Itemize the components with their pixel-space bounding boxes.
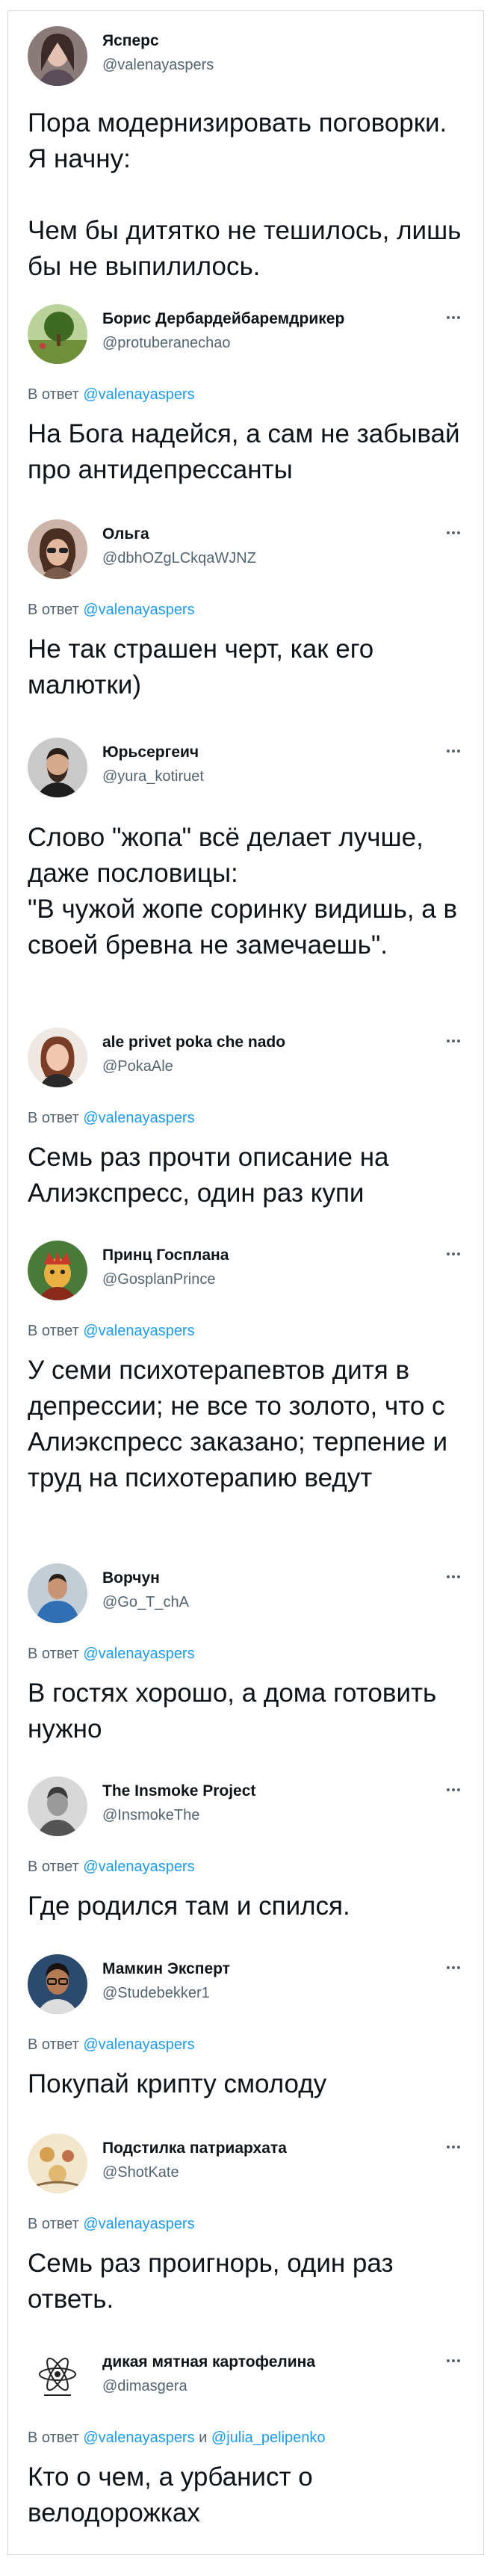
reply-context: В ответ @valenayaspers — [28, 2036, 195, 2054]
more-options-icon[interactable] — [441, 1245, 465, 1263]
man-glasses-avatar[interactable] — [28, 1954, 87, 2014]
user-handle[interactable]: @Go_T_chA — [102, 1592, 189, 1613]
tweet-text: Не так страшен черт, как его малютки) — [28, 634, 374, 699]
tweet-text: Слово "жопа" всё делает лучше, даже посл… — [28, 823, 458, 960]
reply-context: В ответ @valenayaspers — [28, 602, 195, 619]
user-handle[interactable]: @Studebekker1 — [102, 1983, 230, 2004]
reply-prefix: В ответ — [28, 1323, 79, 1339]
user-name[interactable]: Принц Госплана — [102, 1245, 229, 1266]
user-name[interactable]: Борис Дербардейбаремдрикер — [102, 309, 344, 330]
woman-avatar[interactable] — [28, 1028, 87, 1087]
man-beard-avatar[interactable] — [28, 738, 87, 797]
reply-to-link[interactable]: @valenayaspers — [83, 602, 194, 618]
tweet-text: В гостях хорошо, а дома готовить нужно — [28, 1678, 437, 1743]
more-options-icon[interactable] — [441, 1781, 465, 1799]
reply-context: В ответ @valenayaspers — [28, 1323, 195, 1340]
more-options-icon[interactable] — [441, 524, 465, 542]
user-handle[interactable]: @valenayaspers — [102, 55, 214, 75]
tweet-text: У семи психотерапевтов дитя в депрессии;… — [28, 1356, 448, 1492]
tweet-header: Юрьсергеич @yura_kotiruet — [28, 736, 468, 799]
user-name[interactable]: The Insmoke Project — [102, 1781, 255, 1802]
reply-prefix: В ответ — [28, 602, 79, 618]
tweet-text: Где родился там и спился. — [28, 1891, 350, 1921]
reply-to-link[interactable]: @valenayaspers — [83, 1859, 194, 1875]
reply-prefix: В ответ — [28, 2430, 79, 2446]
tweet-text: На Бога надейся, а сам не забывай про ан… — [28, 419, 460, 484]
reply-context: В ответ @valenayaspers — [28, 1859, 195, 1876]
reply-context: В ответ @valenayaspers — [28, 1646, 195, 1663]
user-handle[interactable]: @PokaAle — [102, 1056, 285, 1077]
reply-prefix: В ответ — [28, 386, 79, 403]
user-name[interactable]: Ольга — [102, 524, 256, 545]
user-name[interactable]: Подстилка патриархата — [102, 2138, 287, 2159]
reply-prefix: В ответ — [28, 1110, 79, 1126]
reply-and: и — [199, 2430, 208, 2446]
more-options-icon[interactable] — [441, 309, 465, 327]
user-name[interactable]: Ворчун — [102, 1568, 189, 1589]
reply-to-link[interactable]: @valenayaspers — [83, 386, 194, 403]
tweet-header: Подстилка патриархата @ShotKate — [28, 2132, 468, 2195]
tweet-header: The Insmoke Project @InsmokeThe — [28, 1775, 468, 1838]
user-name[interactable]: дикая мятная картофелина — [102, 2352, 315, 2373]
user-handle[interactable]: @dimasgera — [102, 2376, 315, 2397]
tree-landscape-avatar[interactable] — [28, 304, 87, 364]
user-handle[interactable]: @GosplanPrince — [102, 1269, 229, 1290]
user-handle[interactable]: @InsmokeThe — [102, 1805, 255, 1826]
user-name[interactable]: ale privet poka che nado — [102, 1032, 285, 1053]
user-handle[interactable]: @ShotKate — [102, 2162, 287, 2183]
cartoon-prince-avatar[interactable] — [28, 1241, 87, 1300]
more-options-icon[interactable] — [441, 1568, 465, 1586]
reply-to-link[interactable]: @valenayaspers — [83, 1646, 194, 1662]
woman-sunglasses-avatar[interactable] — [28, 519, 87, 579]
tweet-header: ale privet poka che nado @PokaAle — [28, 1026, 468, 1089]
tweet-text: Покупай крипту смолоду — [28, 2069, 327, 2098]
more-options-icon[interactable] — [441, 2138, 465, 2156]
more-options-icon[interactable] — [441, 1959, 465, 1977]
user-handle[interactable]: @dbhOZgLCkqaWJNZ — [102, 548, 256, 569]
user-handle[interactable]: @protuberanechao — [102, 333, 344, 353]
reply-prefix: В ответ — [28, 1646, 79, 1662]
reply-to-link[interactable]: @valenayaspers — [83, 2036, 194, 2053]
user-handle[interactable]: @yura_kotiruet — [102, 766, 204, 787]
more-options-icon[interactable] — [441, 1032, 465, 1050]
tweet-thread: Ясперс @valenayaspers Пора модернизирова… — [7, 10, 484, 2555]
reply-to-link[interactable]: @valenayaspers — [83, 1323, 194, 1339]
reply-context: В ответ @valenayaspers — [28, 386, 195, 404]
tweet-header: Принц Госплана @GosplanPrince — [28, 1239, 468, 1302]
tweet-header: Мамкин Эксперт @Studebekker1 — [28, 1953, 468, 2016]
pattern-avatar[interactable] — [28, 2134, 87, 2193]
user-name[interactable]: Мамкин Эксперт — [102, 1959, 230, 1980]
reply-to-link[interactable]: @valenayaspers — [83, 1110, 194, 1126]
tweet-header: Борис Дербардейбаремдрикер @protuberanec… — [28, 303, 468, 365]
reply-to-link[interactable]: @valenayaspers — [83, 2216, 194, 2232]
woman-portrait-avatar[interactable] — [28, 26, 87, 86]
tweet-text: Пора модернизировать поговорки. Я начну:… — [28, 108, 462, 281]
tweet-header: Ясперс @valenayaspers — [28, 25, 468, 87]
reply-to-link-2[interactable]: @julia_pelipenko — [211, 2430, 326, 2446]
atom-sketch-avatar[interactable] — [28, 2347, 87, 2407]
tweet-header: дикая мятная картофелина @dimasgera — [28, 2346, 468, 2409]
reply-prefix: В ответ — [28, 2216, 79, 2232]
man-bw-avatar[interactable] — [28, 1776, 87, 1836]
user-name[interactable]: Ясперс — [102, 31, 214, 52]
tweet-header: Ворчун @Go_T_chA — [28, 1562, 468, 1625]
tweet-text: Семь раз проигнорь, один раз ответь. — [28, 2249, 394, 2314]
user-name[interactable]: Юрьсергеич — [102, 742, 204, 763]
reply-to-link[interactable]: @valenayaspers — [83, 2430, 194, 2446]
man-blue-shirt-avatar[interactable] — [28, 1563, 87, 1623]
more-options-icon[interactable] — [441, 742, 465, 760]
more-options-icon[interactable] — [441, 2352, 465, 2370]
reply-prefix: В ответ — [28, 2036, 79, 2053]
tweet-header: Ольга @dbhOZgLCkqaWJNZ — [28, 518, 468, 581]
reply-context: В ответ @valenayaspers — [28, 2216, 195, 2233]
tweet-text: Семь раз прочти описание на Алиэкспресс,… — [28, 1143, 389, 1208]
reply-prefix: В ответ — [28, 1859, 79, 1875]
reply-context: В ответ @valenayaspers и @julia_pelipenk… — [28, 2430, 326, 2447]
tweet-text: Кто о чем, а урбанист о велодорожках — [28, 2462, 313, 2527]
reply-context: В ответ @valenayaspers — [28, 1110, 195, 1127]
